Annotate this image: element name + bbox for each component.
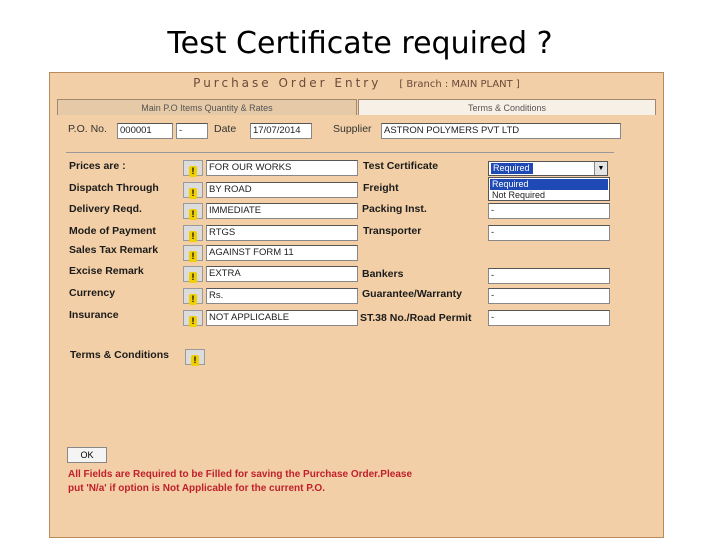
sales-tax-lookup-button[interactable]: !	[183, 245, 203, 262]
terms-label: Terms & Conditions	[70, 349, 169, 361]
branch-label: [ Branch : MAIN PLANT ]	[399, 79, 520, 90]
excise-label: Excise Remark	[69, 265, 144, 277]
warning-icon: !	[189, 272, 197, 283]
warning-icon: !	[189, 231, 197, 242]
window-title: Purchase Order Entry [ Branch : MAIN PLAN…	[50, 76, 663, 90]
chevron-down-icon[interactable]: ▼	[594, 162, 607, 175]
delivery-lookup-button[interactable]: !	[183, 203, 203, 220]
guarantee-input[interactable]: -	[488, 288, 610, 304]
transporter-label: Transporter	[363, 225, 422, 237]
warning-icon: !	[189, 294, 197, 305]
payment-lookup-button[interactable]: !	[183, 225, 203, 242]
dispatch-label: Dispatch Through	[69, 182, 159, 194]
st38-input[interactable]: -	[488, 310, 610, 326]
bankers-label: Bankers	[362, 268, 404, 280]
packing-input[interactable]: -	[488, 203, 610, 219]
po-suffix-input[interactable]: -	[176, 123, 208, 139]
delivery-input[interactable]: IMMEDIATE	[206, 203, 358, 219]
test-certificate-select[interactable]: Required ▼	[488, 161, 608, 176]
currency-label: Currency	[69, 287, 116, 299]
guarantee-label: Guarantee/Warranty	[362, 288, 462, 300]
warning-icon: !	[189, 188, 197, 199]
window-title-text: Purchase Order Entry	[193, 76, 382, 90]
supplier-label: Supplier	[333, 123, 372, 135]
dispatch-input[interactable]: BY ROAD	[206, 182, 358, 198]
warning-icon: !	[191, 355, 199, 366]
date-input[interactable]: 17/07/2014	[250, 123, 312, 139]
currency-input[interactable]: Rs.	[206, 288, 358, 304]
prices-lookup-button[interactable]: !	[183, 160, 203, 177]
tab-terms-conditions[interactable]: Terms & Conditions	[358, 99, 656, 115]
terms-lookup-button[interactable]: !	[185, 349, 205, 366]
packing-label: Packing Inst.	[362, 203, 427, 215]
insurance-input[interactable]: NOT APPLICABLE	[206, 310, 358, 326]
slide-title: Test Certificate required ?	[167, 26, 553, 61]
transporter-input[interactable]: -	[488, 225, 610, 241]
prices-input[interactable]: FOR OUR WORKS	[206, 160, 358, 176]
st38-label: ST.38 No./Road Permit	[360, 312, 472, 324]
test-certificate-label: Test Certificate	[363, 160, 439, 172]
payment-input[interactable]: RTGS	[206, 225, 358, 241]
bankers-input[interactable]: -	[488, 268, 610, 284]
po-no-label: P.O. No.	[68, 123, 107, 135]
sales-tax-label: Sales Tax Remark	[69, 244, 159, 256]
currency-lookup-button[interactable]: !	[183, 288, 203, 305]
warning-icon: !	[189, 209, 197, 220]
delivery-label: Delivery Reqd.	[69, 203, 142, 215]
excise-lookup-button[interactable]: !	[183, 266, 203, 283]
validation-message: All Fields are Required to be Filled for…	[68, 469, 412, 494]
po-no-input[interactable]: 000001	[117, 123, 173, 139]
warning-icon: !	[189, 251, 197, 262]
prices-label: Prices are :	[69, 160, 126, 172]
ok-button[interactable]: OK	[67, 447, 107, 463]
option-required[interactable]: Required	[490, 179, 608, 190]
excise-input[interactable]: EXTRA	[206, 266, 358, 282]
test-certificate-value: Required	[491, 163, 533, 174]
date-label: Date	[214, 123, 237, 135]
payment-label: Mode of Payment	[69, 225, 156, 237]
warning-icon: !	[189, 316, 197, 327]
warning-icon: !	[189, 166, 197, 177]
test-certificate-dropdown: Required Not Required	[488, 177, 610, 201]
header-divider	[66, 152, 614, 153]
option-not-required[interactable]: Not Required	[490, 190, 608, 201]
tab-main-po-items[interactable]: Main P.O Items Quantity & Rates	[57, 99, 357, 115]
dispatch-lookup-button[interactable]: !	[183, 182, 203, 199]
sales-tax-input[interactable]: AGAINST FORM 11	[206, 245, 358, 261]
insurance-lookup-button[interactable]: !	[183, 310, 203, 327]
supplier-input[interactable]: ASTRON POLYMERS PVT LTD	[381, 123, 621, 139]
freight-label: Freight	[363, 182, 399, 194]
insurance-label: Insurance	[69, 309, 119, 321]
